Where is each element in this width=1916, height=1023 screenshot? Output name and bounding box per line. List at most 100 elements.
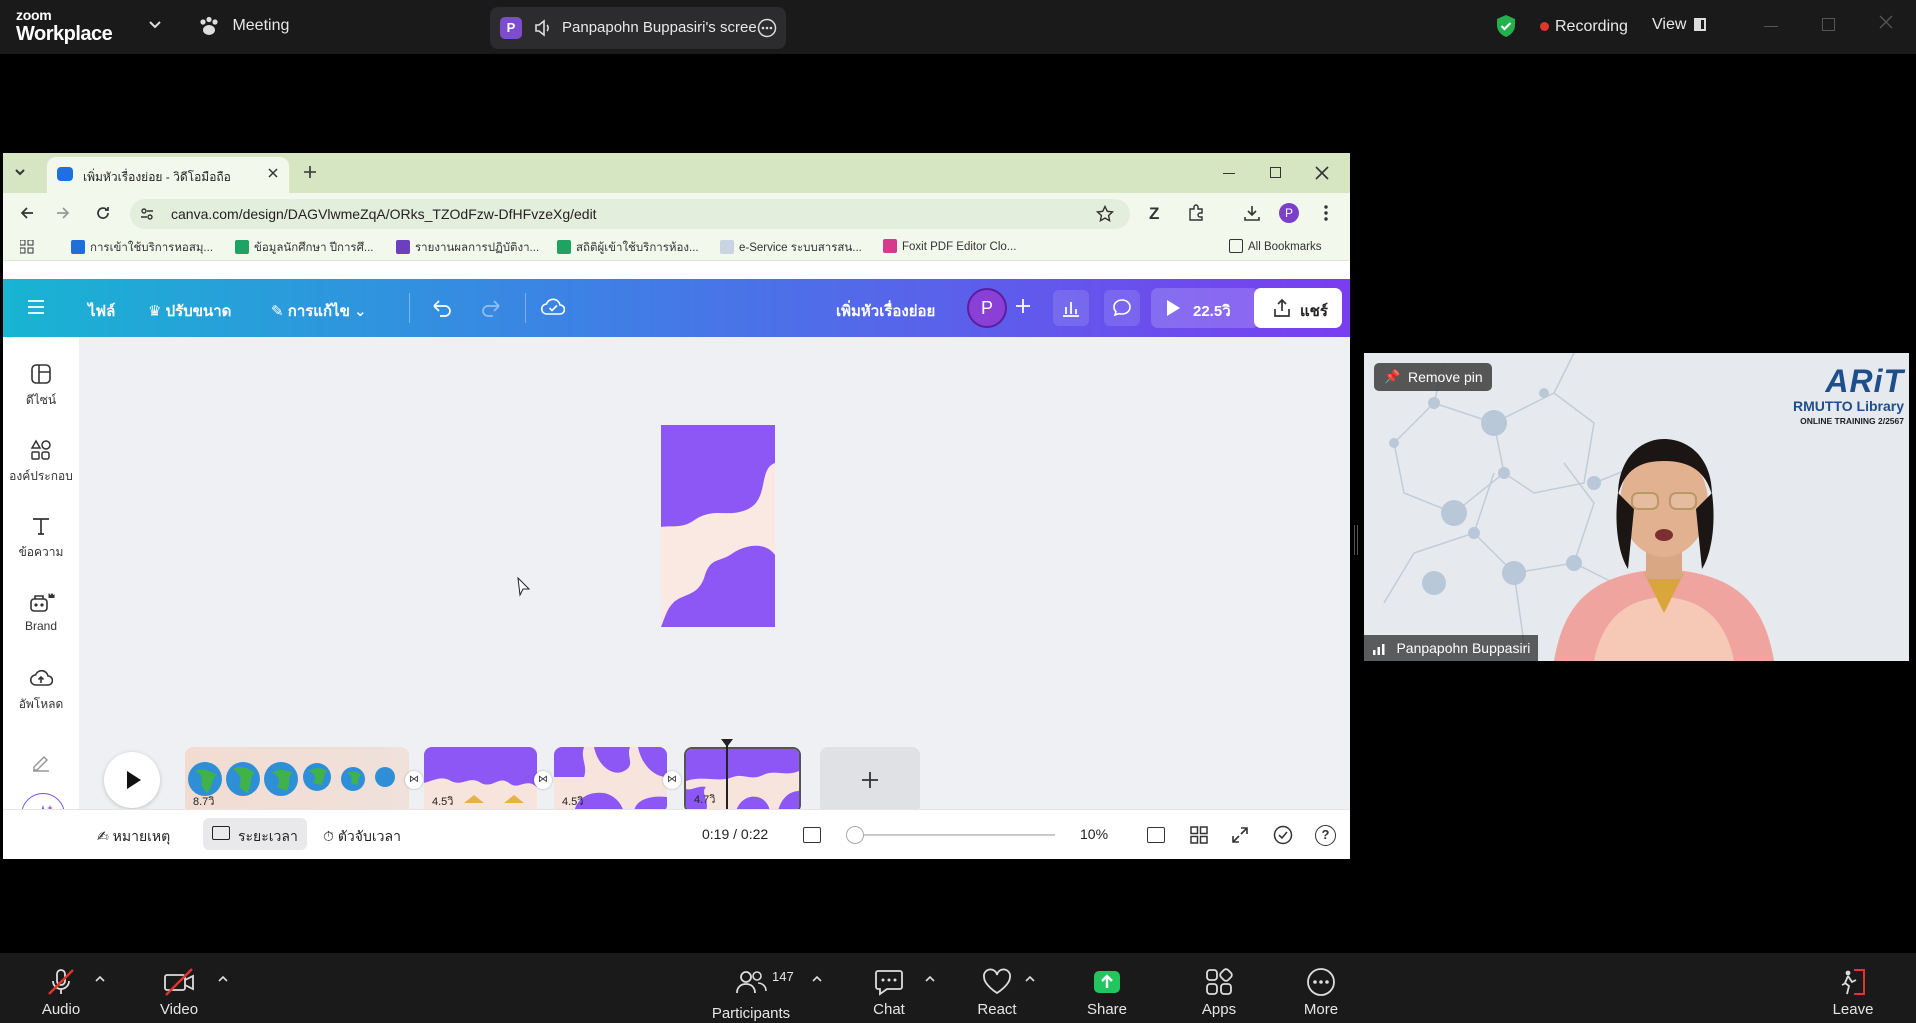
insights-button[interactable] <box>1053 290 1089 326</box>
zoom-level[interactable]: 10% <box>1080 826 1108 842</box>
share-button[interactable]: แชร์ <box>1254 288 1342 328</box>
participants-button[interactable]: 147 Participants <box>706 967 796 1022</box>
recording-label[interactable]: Recording <box>1555 18 1628 36</box>
timeline-play-button[interactable] <box>104 752 160 808</box>
zoom-slider-handle[interactable] <box>846 826 864 844</box>
help-icon[interactable]: ? <box>1315 825 1336 846</box>
cloud-saved-icon[interactable] <box>541 297 565 317</box>
panel-splitter-handle[interactable] <box>1354 525 1358 555</box>
comments-button[interactable] <box>1104 290 1140 326</box>
resize-menu[interactable]: ♛ ปรับขนาด <box>148 299 231 323</box>
share-screen-button[interactable]: Share <box>1082 967 1132 1018</box>
react-button[interactable]: React <box>972 967 1022 1018</box>
new-tab-icon[interactable] <box>303 165 317 179</box>
chat-options-chevron-icon[interactable] <box>924 975 936 983</box>
sidebar-item-design[interactable]: ดีไซน์ <box>3 363 79 410</box>
maximize-icon[interactable] <box>1822 18 1835 31</box>
sidebar-item-text[interactable]: ข้อความ <box>3 515 79 562</box>
screen-share-indicator[interactable]: P Panpapohn Buppasiri's scree <box>490 7 786 49</box>
back-icon[interactable] <box>19 205 35 221</box>
chevron-down-icon[interactable] <box>148 20 162 30</box>
participant-video-tile[interactable]: 📌 Remove pin ARiT RMUTTO Library ONLINE … <box>1364 353 1909 661</box>
transition-icon[interactable]: ⋈ <box>405 771 423 789</box>
view-menu[interactable]: View <box>1652 16 1686 34</box>
download-icon[interactable] <box>1243 204 1261 222</box>
timeline-clip[interactable]: 4.5วิ <box>424 747 537 813</box>
add-page-button[interactable] <box>820 747 920 813</box>
playhead-marker-icon[interactable] <box>721 739 733 747</box>
react-options-chevron-icon[interactable] <box>1024 975 1036 983</box>
chat-button[interactable]: Chat <box>866 967 912 1018</box>
site-info-icon[interactable] <box>140 207 154 221</box>
close-icon[interactable] <box>1878 14 1894 30</box>
undo-icon[interactable] <box>431 298 453 318</box>
add-collaborator-icon[interactable] <box>1013 296 1033 316</box>
forward-icon[interactable] <box>55 205 71 221</box>
playhead[interactable] <box>726 745 728 815</box>
browser-menu-icon[interactable] <box>1323 204 1329 222</box>
notes-button[interactable]: ✍ หมายเหตุ <box>97 826 170 848</box>
redo-icon[interactable] <box>480 298 502 318</box>
bookmark-star-icon[interactable] <box>1096 205 1114 223</box>
url-field[interactable]: canva.com/design/DAGVlwmeZqA/ORks_TZOdFz… <box>130 199 1130 229</box>
browser-tab[interactable]: เพิ่มหัวเรื่องย่อย - วิดีโอมือถือ <box>47 157 289 193</box>
apps-grid-icon[interactable] <box>20 240 34 254</box>
sidebar-item-draw[interactable] <box>3 751 79 779</box>
window-restore-icon[interactable] <box>1270 167 1281 178</box>
zoom-slider[interactable] <box>855 834 1055 836</box>
remove-pin-button[interactable]: 📌 Remove pin <box>1374 363 1492 391</box>
audio-options-chevron-icon[interactable] <box>94 975 106 983</box>
timeline-clip[interactable]: 8.7วิ <box>185 747 409 813</box>
present-button[interactable]: 22.5วิ <box>1151 288 1259 328</box>
zoom-logo-text: zoom <box>16 7 52 23</box>
check-circle-icon[interactable] <box>1273 825 1293 845</box>
audio-button[interactable]: Audio <box>38 967 84 1018</box>
sidebar-item-brand[interactable]: Brand <box>3 591 79 633</box>
bookmark-item[interactable]: Foxit PDF Editor Clo... <box>883 239 1016 253</box>
timeline-toggle-button[interactable]: ระยะเวลา <box>203 818 307 850</box>
window-close-icon[interactable] <box>1315 166 1329 180</box>
video-options-chevron-icon[interactable] <box>217 975 229 983</box>
transition-icon[interactable]: ⋈ <box>663 771 681 789</box>
grid-view-icon[interactable] <box>1190 826 1208 844</box>
security-shield-icon[interactable] <box>1495 14 1517 38</box>
extension-z-icon[interactable]: Z <box>1149 204 1159 224</box>
file-menu[interactable]: ไฟล์ <box>88 299 115 323</box>
bookmark-item[interactable]: ข้อมูลนักศึกษา ปีการศึ... <box>235 239 374 257</box>
sidebar-item-uploads[interactable]: อัพโหลด <box>3 667 79 714</box>
extensions-puzzle-icon[interactable] <box>1187 204 1205 222</box>
timeline-clip[interactable]: 4.5วิ <box>554 747 667 813</box>
transition-icon[interactable]: ⋈ <box>534 771 552 789</box>
more-button[interactable]: More <box>1298 967 1344 1018</box>
design-title[interactable]: เพิ่มหัวเรื่องย่อย <box>836 299 935 323</box>
minimize-icon[interactable] <box>1764 26 1778 27</box>
bookmark-item[interactable]: e-Service ระบบสารสน... <box>720 239 862 257</box>
meeting-menu[interactable]: Meeting <box>198 16 289 36</box>
collaborator-avatar[interactable]: P <box>967 288 1007 328</box>
fullscreen-icon[interactable] <box>1231 826 1249 844</box>
timeline-clip-selected[interactable]: 4.7วิ <box>684 747 801 813</box>
edit-menu[interactable]: ✎ การแก้ไข ⌄ <box>271 299 367 323</box>
pages-view-icon[interactable] <box>1147 827 1165 843</box>
bookmark-item[interactable]: รายงานผลการปฏิบัติงา... <box>396 239 539 257</box>
page-view-icon[interactable] <box>803 827 821 843</box>
video-button[interactable]: Video <box>156 967 202 1018</box>
design-page[interactable] <box>661 425 775 627</box>
bookmark-item[interactable]: สถิติผู้เข้าใช้บริการห้อง... <box>557 239 699 257</box>
profile-avatar[interactable]: P <box>1279 203 1299 223</box>
window-minimize-icon[interactable] <box>1223 173 1235 174</box>
participants-options-chevron-icon[interactable] <box>811 975 823 983</box>
apps-button[interactable]: Apps <box>1196 967 1242 1018</box>
timer-button[interactable]: ⏱ ตัวจับเวลา <box>323 826 401 848</box>
more-options-icon[interactable] <box>757 18 777 38</box>
hamburger-menu-icon[interactable] <box>27 299 45 315</box>
sidebar-item-elements[interactable]: องค์ประกอบ <box>3 439 79 486</box>
tab-search-icon[interactable] <box>13 165 27 179</box>
reload-icon[interactable] <box>95 205 111 221</box>
all-bookmarks[interactable]: All Bookmarks <box>1229 239 1322 253</box>
leave-button[interactable]: Leave <box>1830 967 1876 1018</box>
bookmark-item[interactable]: การเข้าใช้บริการหอสมุ... <box>71 239 213 257</box>
address-bar-row: canva.com/design/DAGVlwmeZqA/ORks_TZOdFz… <box>3 193 1350 233</box>
tab-close-icon[interactable] <box>267 167 279 179</box>
view-layout-icon[interactable] <box>1694 18 1706 31</box>
